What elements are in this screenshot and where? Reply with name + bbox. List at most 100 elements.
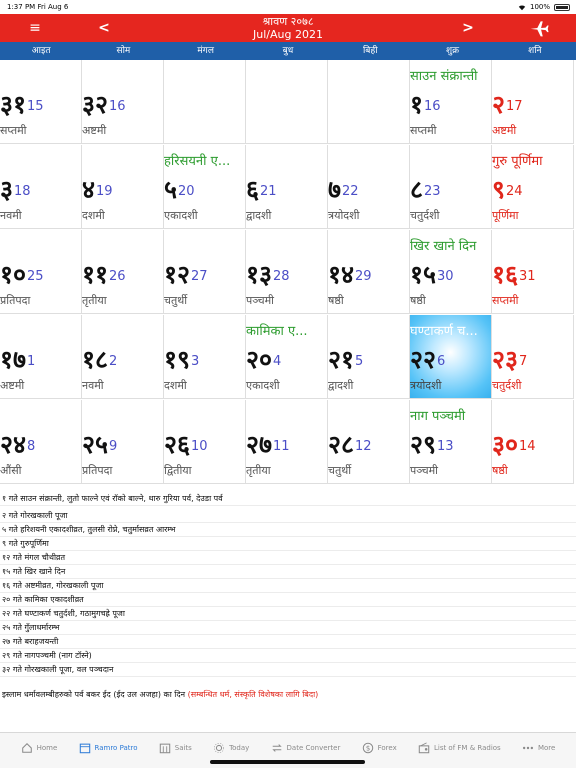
day-cell[interactable]: २४ 8 औंसी bbox=[0, 400, 82, 484]
svg-text:$: $ bbox=[365, 744, 369, 752]
more-icon bbox=[522, 746, 533, 749]
tithi-label: चतुर्दशी bbox=[410, 209, 440, 222]
wifi-icon bbox=[518, 4, 526, 10]
day-cell[interactable]: ११ 26 तृतीया bbox=[82, 230, 164, 314]
tithi-label: पूर्णिमा bbox=[492, 209, 519, 222]
english-date: 6 bbox=[437, 354, 446, 369]
day-cell[interactable]: १४ 29 षष्ठी bbox=[328, 230, 410, 314]
day-cell[interactable]: ३ 18 नवमी bbox=[0, 145, 82, 229]
tithi-label: पञ्चमी bbox=[410, 464, 439, 477]
day-cell[interactable]: नाग पञ्चमी २९ 13 पञ्चमी bbox=[410, 400, 492, 484]
day-cell[interactable]: २१ 5 द्वादशी bbox=[328, 315, 410, 399]
day-cell[interactable]: १२ 27 चतुर्थी bbox=[164, 230, 246, 314]
month-title-english: Jul/Aug 2021 bbox=[253, 28, 323, 41]
tithi-label: सप्तमी bbox=[492, 294, 519, 307]
nepali-date: १३ bbox=[246, 260, 273, 289]
event-note: ३२ गते गोरखकाली पूजा, वल पञ्चदान bbox=[0, 663, 576, 677]
tab-today[interactable]: Today bbox=[213, 742, 249, 754]
day-cell-today[interactable]: घण्टाकर्ण च... २२ 6 त्रयोदशी bbox=[410, 315, 492, 399]
event-note: २९ गते नागपञ्चमी (नाग टॉस्ने) bbox=[0, 649, 576, 663]
tithi-label: सप्तमी bbox=[0, 124, 27, 137]
tithi-label: एकादशी bbox=[246, 379, 280, 392]
day-cell[interactable]: ३२ 16 अष्टमी bbox=[82, 60, 164, 144]
tab-saits[interactable]: Saits bbox=[159, 742, 192, 754]
english-date: 15 bbox=[27, 99, 44, 114]
english-date: 21 bbox=[260, 184, 277, 199]
nepali-date: २० bbox=[246, 345, 273, 374]
nepali-date: ८ bbox=[410, 175, 424, 204]
day-cell[interactable]: १८ 2 नवमी bbox=[82, 315, 164, 399]
tab-home[interactable]: Home bbox=[21, 742, 58, 754]
nepali-date: १० bbox=[0, 260, 27, 289]
english-date: 5 bbox=[355, 354, 364, 369]
day-cell[interactable]: २३ 7 चतुर्दशी bbox=[492, 315, 574, 399]
tab-label: Home bbox=[36, 743, 58, 752]
english-date: 30 bbox=[437, 269, 454, 284]
weekday-label: मंगल bbox=[197, 46, 214, 56]
day-cell[interactable] bbox=[246, 60, 328, 144]
day-cell[interactable]: २५ 9 प्रतिपदा bbox=[82, 400, 164, 484]
tithi-label: षष्ठी bbox=[492, 464, 508, 477]
tithi-label: एकादशी bbox=[164, 209, 198, 222]
english-date: 19 bbox=[96, 184, 113, 199]
tab-more[interactable]: More bbox=[522, 742, 555, 754]
english-date: 22 bbox=[342, 184, 359, 199]
tab-list-of-fm-radios[interactable]: List of FM & Radios bbox=[418, 741, 501, 754]
day-cell[interactable]: २६ 10 द्वितीया bbox=[164, 400, 246, 484]
day-cell[interactable]: साउन संक्रान्ती १ 16 सप्तमी bbox=[410, 60, 492, 144]
event-note: २५ गते गुँलाधर्मारम्भ bbox=[0, 621, 576, 635]
prev-month-button[interactable]: < bbox=[92, 19, 116, 37]
next-month-button[interactable]: > bbox=[456, 19, 480, 37]
battery-icon bbox=[554, 3, 570, 11]
tithi-label: चतुर्थी bbox=[164, 294, 188, 307]
tithi-label: तृतीया bbox=[246, 464, 271, 477]
tab-ramro-patro[interactable]: Ramro Patro bbox=[79, 742, 138, 754]
weekday-label: सोम bbox=[116, 46, 131, 56]
event-note: ५ गते हरिशयनी एकादशीव्रत, तुलसी रोप्ने, … bbox=[0, 523, 576, 537]
day-cell[interactable]: ७ 22 त्रयोदशी bbox=[328, 145, 410, 229]
day-cell[interactable]: ६ 21 द्वादशी bbox=[246, 145, 328, 229]
airplane-icon[interactable] bbox=[526, 18, 552, 38]
day-cell[interactable]: २८ 12 चतुर्थी bbox=[328, 400, 410, 484]
day-cell[interactable] bbox=[328, 60, 410, 144]
tithi-label: षष्ठी bbox=[328, 294, 344, 307]
day-cell[interactable]: १० 25 प्रतिपदा bbox=[0, 230, 82, 314]
day-cell[interactable]: कामिका ए... २० 4 एकादशी bbox=[246, 315, 328, 399]
nepali-date: ३२ bbox=[82, 90, 109, 119]
day-cell[interactable] bbox=[164, 60, 246, 144]
day-cell[interactable]: ८ 23 चतुर्दशी bbox=[410, 145, 492, 229]
swap-icon bbox=[271, 743, 282, 752]
event-note: २० गते कामिका एकादशीव्रत bbox=[0, 593, 576, 607]
day-cell[interactable]: १३ 28 पञ्चमी bbox=[246, 230, 328, 314]
tab-label: Date Converter bbox=[286, 743, 341, 752]
day-event: हरिसयनी ए... bbox=[164, 154, 231, 169]
english-date: 12 bbox=[355, 439, 372, 454]
tab-forex[interactable]: $ Forex bbox=[362, 742, 397, 754]
day-cell[interactable]: ४ 19 दशमी bbox=[82, 145, 164, 229]
day-cell[interactable]: १६ 31 सप्तमी bbox=[492, 230, 574, 314]
day-cell[interactable]: ३१ 15 सप्तमी bbox=[0, 60, 82, 144]
event-note: १ गते साउन संक्रान्ती, लुतो फाल्ने एवं र… bbox=[0, 492, 576, 506]
event-note: १६ गते अष्टमीव्रत, गोरखकाली पूजा bbox=[0, 579, 576, 593]
day-cell[interactable]: खिर खाने दिन १५ 30 षष्ठी bbox=[410, 230, 492, 314]
day-cell[interactable]: २७ 11 तृतीया bbox=[246, 400, 328, 484]
tithi-label: द्वादशी bbox=[246, 209, 272, 222]
day-cell[interactable]: ३० 14 षष्ठी bbox=[492, 400, 574, 484]
sun-icon bbox=[214, 742, 225, 753]
tab-label: List of FM & Radios bbox=[433, 743, 501, 752]
tithi-label: पञ्चमी bbox=[246, 294, 275, 307]
menu-button[interactable]: ≡ bbox=[20, 19, 50, 37]
nepali-date: ३ bbox=[0, 175, 14, 204]
day-cell[interactable]: गुरु पूर्णिमा ९ 24 पूर्णिमा bbox=[492, 145, 574, 229]
english-date: 2 bbox=[109, 354, 118, 369]
tithi-label: द्वादशी bbox=[328, 379, 354, 392]
day-cell[interactable]: १७ 1 अष्टमी bbox=[0, 315, 82, 399]
day-cell[interactable]: २ 17 अष्टमी bbox=[492, 60, 574, 144]
day-cell[interactable]: १९ 3 दशमी bbox=[164, 315, 246, 399]
day-cell[interactable]: हरिसयनी ए... ५ 20 एकादशी bbox=[164, 145, 246, 229]
weekday-label: शनि bbox=[528, 46, 542, 56]
weekday-label: शुक्र bbox=[446, 46, 460, 56]
tab-date-converter[interactable]: Date Converter bbox=[271, 742, 341, 754]
tithi-label: औंसी bbox=[0, 464, 22, 477]
battery-percent: 100% bbox=[529, 3, 550, 11]
